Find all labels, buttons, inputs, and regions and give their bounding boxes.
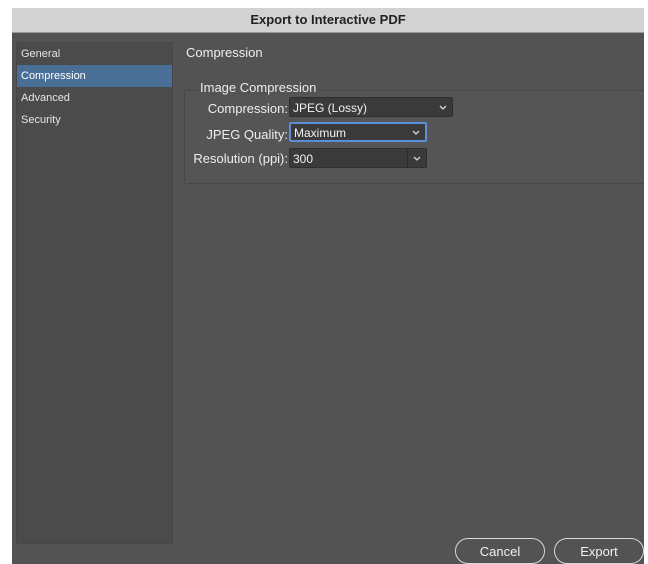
- sidebar-item-advanced[interactable]: Advanced: [17, 87, 172, 109]
- resolution-value: 300: [293, 152, 314, 166]
- compression-select[interactable]: JPEG (Lossy): [289, 97, 453, 117]
- sidebar-item-general[interactable]: General: [17, 43, 172, 65]
- jpeg-quality-select[interactable]: Maximum: [289, 122, 427, 142]
- sidebar: General Compression Advanced Security: [16, 42, 173, 544]
- sidebar-item-security[interactable]: Security: [17, 109, 172, 131]
- combobox-divider: [407, 149, 408, 167]
- jpeg-quality-label: JPEG Quality:: [206, 127, 288, 142]
- compression-label: Compression:: [207, 101, 288, 116]
- compression-value: JPEG (Lossy): [293, 101, 368, 115]
- chevron-down-icon: [438, 98, 448, 116]
- resolution-combobox[interactable]: 300: [289, 148, 427, 168]
- group-title: Image Compression: [198, 80, 319, 95]
- cancel-button[interactable]: Cancel: [455, 538, 545, 564]
- section-title: Compression: [186, 45, 263, 60]
- dialog-title: Export to Interactive PDF: [12, 8, 644, 33]
- chevron-down-icon[interactable]: [412, 149, 422, 167]
- sidebar-item-compression[interactable]: Compression: [17, 65, 172, 87]
- export-button[interactable]: Export: [554, 538, 644, 564]
- chevron-down-icon: [411, 124, 421, 140]
- jpeg-quality-value: Maximum: [294, 126, 347, 140]
- resolution-label: Resolution (ppi):: [193, 151, 288, 166]
- export-dialog: Export to Interactive PDF General Compre…: [12, 8, 644, 564]
